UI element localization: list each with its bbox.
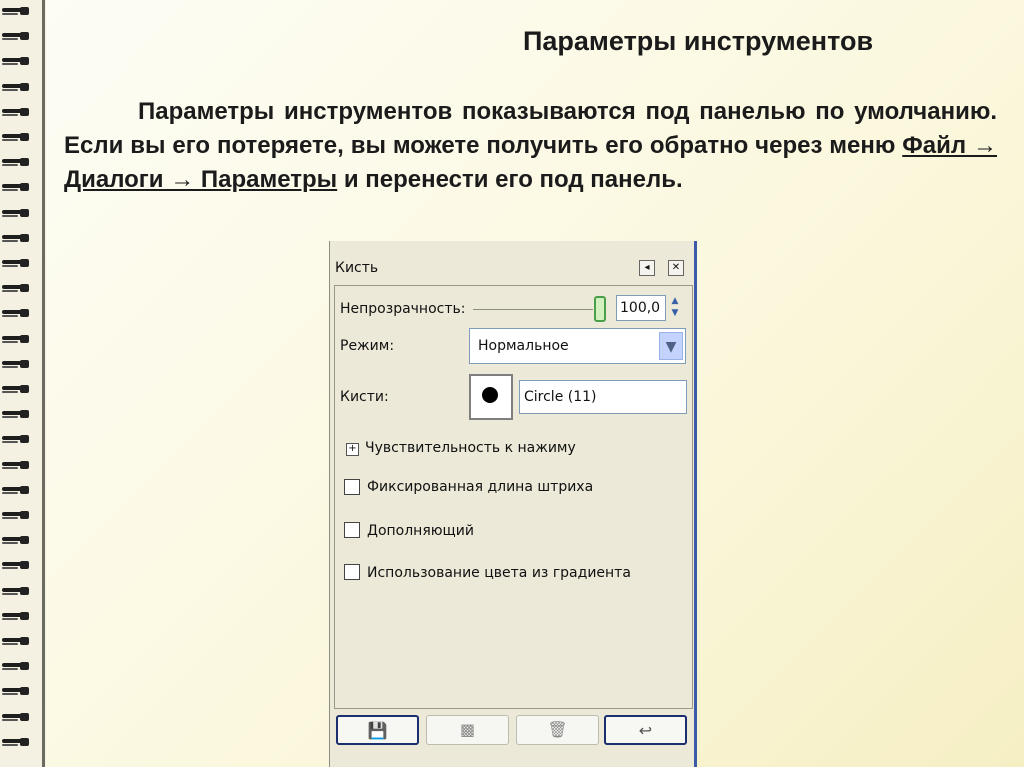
- paragraph-text-2: и перенести его под панель.: [337, 166, 683, 193]
- checkbox-label[interactable]: Фиксированная длина штриха: [367, 479, 593, 495]
- page-title: Параметры инструментов: [523, 26, 874, 56]
- binding-ring: [2, 432, 32, 446]
- binding-ring: [2, 29, 32, 43]
- binding-ring: [2, 483, 32, 497]
- paragraph-text-1: Параметры инструментов показываются под …: [64, 98, 997, 159]
- reset-options-button[interactable]: ↩: [604, 715, 687, 745]
- checkbox-incremental[interactable]: [344, 522, 360, 538]
- binding-ring: [2, 306, 32, 320]
- binding-ring: [2, 584, 32, 598]
- brushes-label: Кисти:: [340, 389, 389, 405]
- binding-ring: [2, 659, 32, 673]
- mode-label: Режим:: [340, 338, 395, 354]
- opacity-value-input[interactable]: 100,0: [616, 295, 666, 321]
- mode-selected-value: Нормальное: [478, 338, 569, 354]
- body-paragraph: Параметры инструментов показываются под …: [64, 95, 997, 197]
- reset-icon: ↩: [638, 721, 653, 740]
- dialog-title: Кисть: [335, 260, 379, 276]
- brush-preview-button[interactable]: [469, 374, 513, 420]
- binding-ring: [2, 332, 32, 346]
- checkbox-label[interactable]: Использование цвета из градиента: [367, 565, 631, 581]
- restore-options-button[interactable]: ▩: [426, 715, 509, 745]
- dialog-close-button[interactable]: ✕: [668, 260, 684, 276]
- chevron-down-icon[interactable]: ▼: [659, 332, 683, 360]
- checkbox-label[interactable]: Дополняющий: [367, 523, 474, 539]
- binding-ring: [2, 684, 32, 698]
- options-panel: Непрозрачность: 100,0 ▲ ▼ Режим: Нормальн…: [334, 285, 693, 709]
- binding-ring: [2, 609, 32, 623]
- close-icon: ✕: [671, 262, 681, 273]
- opacity-spin-buttons[interactable]: ▲ ▼: [667, 295, 683, 321]
- binding-ring: [2, 180, 32, 194]
- binding-ring: [2, 206, 32, 220]
- mode-select[interactable]: Нормальное ▼: [469, 328, 686, 364]
- binding-ring: [2, 533, 32, 547]
- binding-ring: [2, 256, 32, 270]
- spin-up-icon[interactable]: ▲: [667, 295, 683, 307]
- dialog-menu-button[interactable]: ◂: [639, 260, 655, 276]
- spiral-binding: [0, 0, 46, 767]
- binding-ring: [2, 735, 32, 749]
- brush-name-field[interactable]: Circle (11): [519, 380, 687, 414]
- opacity-slider-handle[interactable]: [594, 296, 606, 322]
- binding-ring: [2, 382, 32, 396]
- circle-brush-icon: [482, 387, 498, 403]
- binding-ring: [2, 231, 32, 245]
- delete-icon: 🗑: [547, 720, 568, 739]
- binding-ring: [2, 54, 32, 68]
- binding-ring: [2, 357, 32, 371]
- binding-ring: [2, 4, 32, 18]
- binding-ring: [2, 80, 32, 94]
- checkbox-fixed-stroke-length[interactable]: [344, 479, 360, 495]
- pressure-sensitivity-label[interactable]: Чувствительность к нажиму: [365, 440, 576, 456]
- binding-edge: [42, 0, 45, 767]
- delete-options-button[interactable]: 🗑: [516, 715, 599, 745]
- binding-ring: [2, 458, 32, 472]
- restore-icon: ▩: [459, 720, 476, 739]
- triangle-left-icon: ◂: [644, 262, 650, 273]
- expand-plus-icon[interactable]: +: [346, 443, 359, 456]
- tool-options-dialog: Кисть ◂ ✕ Непрозрачность: 100,0 ▲ ▼ Режим…: [329, 241, 697, 767]
- save-options-button[interactable]: 💾: [336, 715, 419, 745]
- binding-ring: [2, 634, 32, 648]
- binding-ring: [2, 105, 32, 119]
- binding-ring: [2, 281, 32, 295]
- binding-ring: [2, 508, 32, 522]
- save-icon: 💾: [367, 721, 388, 740]
- opacity-label: Непрозрачность:: [340, 301, 466, 317]
- binding-ring: [2, 407, 32, 421]
- spin-down-icon[interactable]: ▼: [667, 307, 683, 319]
- binding-ring: [2, 710, 32, 724]
- dialog-button-bar: 💾 ▩ 🗑 ↩: [334, 715, 693, 749]
- binding-ring: [2, 130, 32, 144]
- binding-ring: [2, 558, 32, 572]
- checkbox-use-gradient-color[interactable]: [344, 564, 360, 580]
- opacity-slider-track[interactable]: [473, 309, 593, 310]
- binding-ring: [2, 155, 32, 169]
